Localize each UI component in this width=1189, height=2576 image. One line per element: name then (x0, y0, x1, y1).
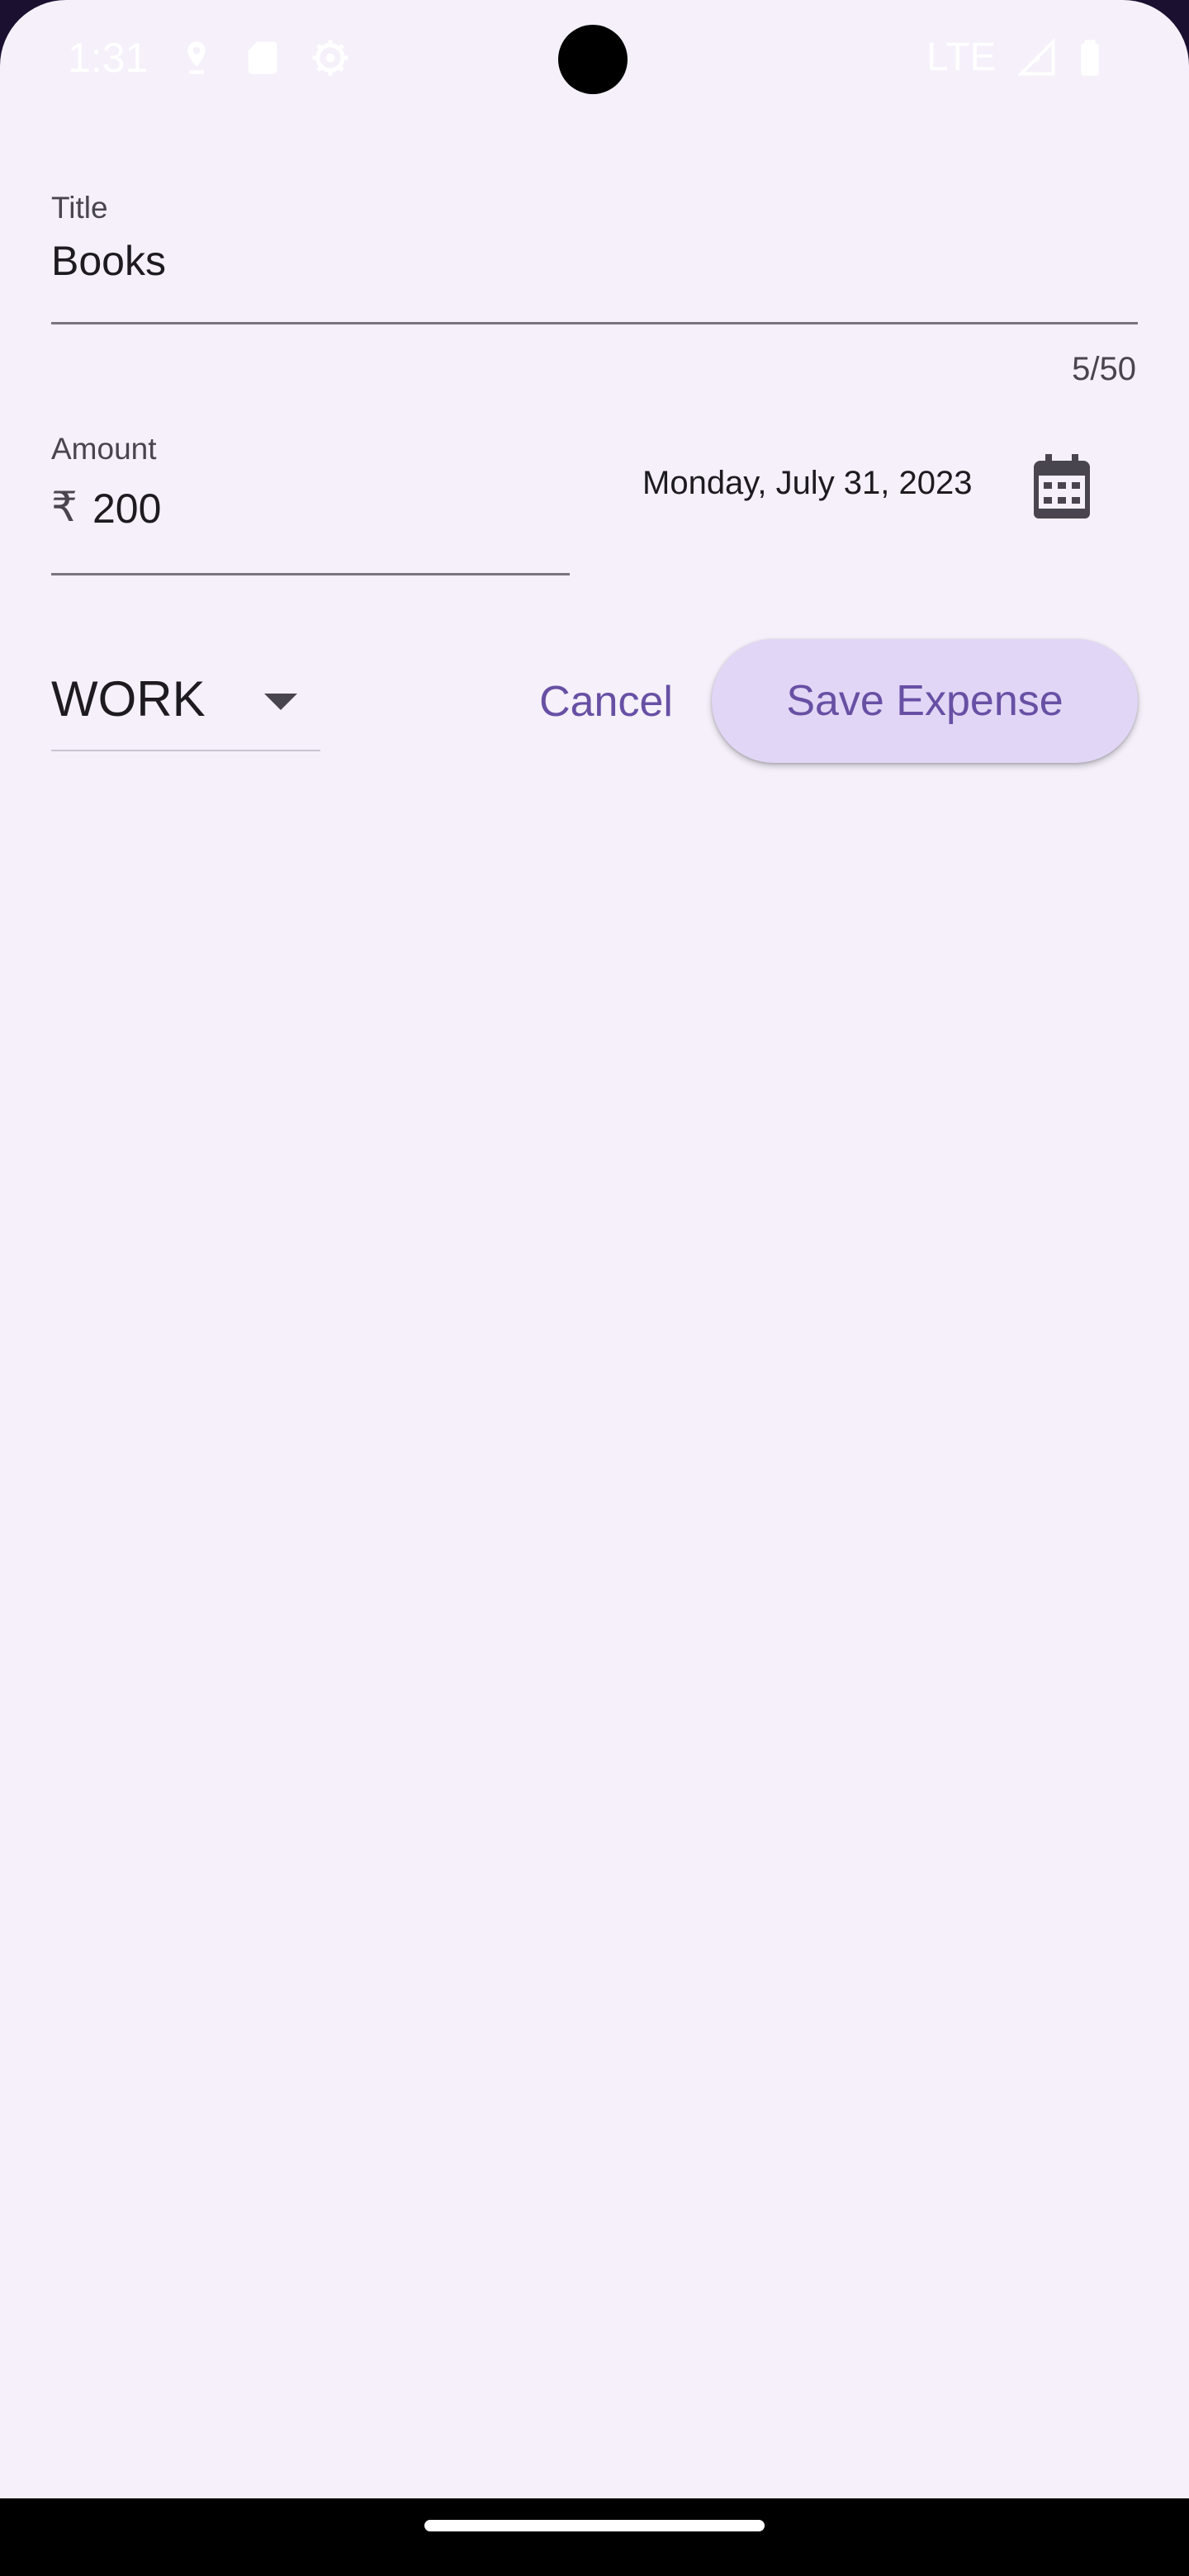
status-bar: 1:31 LTE (0, 0, 1189, 124)
calendar-icon (1034, 454, 1090, 519)
screen: 1:31 LTE Title Books 5/50 Amount ₹ 200 M… (0, 0, 1189, 2498)
dropdown-underline (51, 750, 320, 751)
settings-gear-icon (309, 36, 352, 79)
title-input[interactable]: Books (51, 236, 166, 286)
currency-prefix: ₹ (51, 484, 78, 530)
amount-underline (51, 573, 570, 575)
battery-icon (1068, 36, 1111, 79)
navigation-bar (0, 2498, 1189, 2576)
title-label: Title (51, 191, 108, 225)
date-picker-button[interactable] (1019, 444, 1105, 530)
home-gesture-handle[interactable] (424, 2520, 765, 2531)
sd-card-icon (241, 36, 284, 79)
title-character-counter: 5/50 (1072, 351, 1136, 387)
save-expense-button[interactable]: Save Expense (712, 639, 1138, 763)
signal-icon (1016, 36, 1059, 79)
dropdown-arrow-icon (264, 694, 297, 710)
title-underline (51, 322, 1138, 324)
selected-date: Monday, July 31, 2023 (642, 465, 973, 501)
status-time: 1:31 (68, 35, 149, 81)
category-selected-value: WORK (51, 671, 206, 727)
network-type: LTE (926, 36, 997, 79)
cancel-button[interactable]: Cancel (520, 652, 692, 751)
amount-input[interactable]: 200 (92, 484, 161, 533)
camera-cutout (558, 25, 628, 94)
amount-label: Amount (51, 432, 157, 466)
location-icon (175, 36, 218, 79)
category-dropdown[interactable]: WORK (51, 661, 320, 751)
